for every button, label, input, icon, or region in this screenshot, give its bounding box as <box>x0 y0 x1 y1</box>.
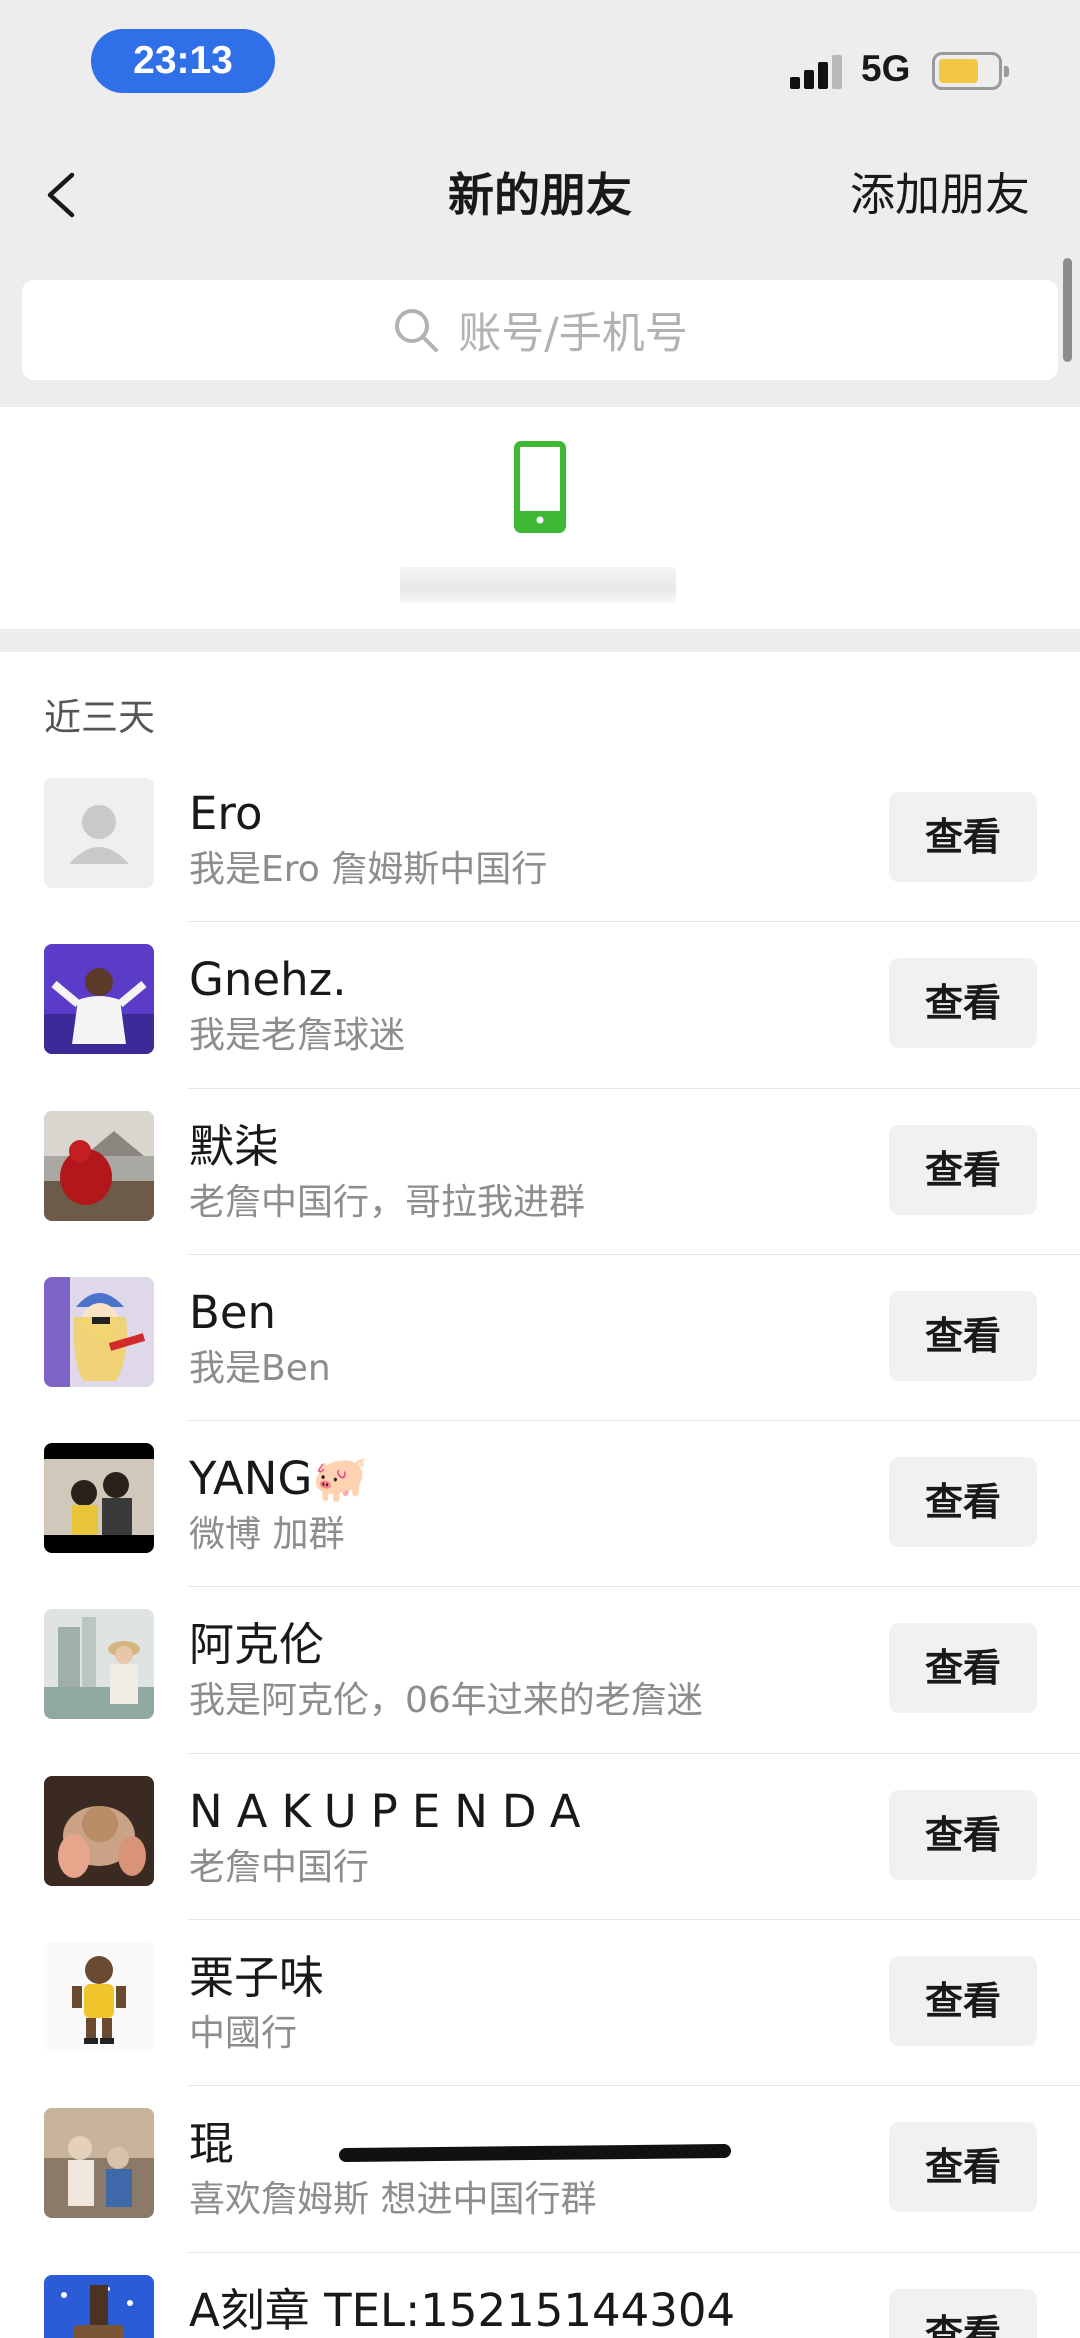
section-label: 近三天 <box>44 696 155 739</box>
list-item[interactable]: Ben 我是Ben 查看 <box>0 1255 1080 1422</box>
list-item[interactable]: Ero 我是Ero 詹姆斯中国行 查看 <box>0 756 1080 923</box>
request-name: Ben <box>189 1285 277 1339</box>
request-name: Ero <box>189 787 263 840</box>
friend-request-list: 近三天 Ero 我是Ero 詹姆斯中国行 查看 Gnehz. 我是老詹球迷 查看… <box>0 652 1080 2338</box>
request-name: YANG🐖 <box>189 1452 369 1506</box>
blurred-label <box>400 567 676 603</box>
request-message: 微博 加群 <box>189 1514 345 1556</box>
search-icon <box>395 309 439 352</box>
nav-bar: 新的朋友 添加朋友 <box>0 130 1080 260</box>
search-placeholder: 账号/手机号 <box>458 309 688 359</box>
view-button[interactable]: 查看 <box>889 1623 1037 1714</box>
scrollbar[interactable] <box>1063 258 1072 362</box>
request-message: 我是Ero 詹姆斯中国行 <box>189 849 548 890</box>
add-friend-button[interactable]: 添加朋友 <box>850 165 1030 225</box>
view-button[interactable]: 查看 <box>889 792 1037 882</box>
request-name: 琨 <box>189 2117 235 2171</box>
avatar <box>44 1443 154 1554</box>
avatar <box>44 1276 154 1387</box>
avatar <box>44 778 154 888</box>
phone-contacts-entry[interactable] <box>0 407 1080 629</box>
request-message: 我是Ben <box>189 1347 331 1389</box>
request-name: 栗子味 <box>189 1951 325 2005</box>
network-label: 5G <box>861 48 911 89</box>
view-button[interactable]: 查看 <box>889 1789 1037 1880</box>
search-input[interactable]: 账号/手机号 <box>22 280 1058 380</box>
request-name: 阿克伦 <box>189 1618 325 1672</box>
list-item[interactable]: 琨 喜欢詹姆斯 想进中国行群 查看 <box>0 2086 1080 2253</box>
view-button[interactable]: 查看 <box>889 1124 1037 1215</box>
request-message: 喜欢詹姆斯 想进中国行群 <box>189 2179 597 2221</box>
request-name: A刻章 TEL:15215144304 <box>189 2283 736 2337</box>
request-name: Gnehz. <box>189 953 347 1007</box>
request-name: 默柒 <box>189 1119 280 1173</box>
request-message: 老詹中国行，哥拉我进群 <box>189 1181 586 1223</box>
status-bar: 23:13 5G <box>0 0 1080 130</box>
list-item[interactable]: NAKUPENDA 老詹中国行 查看 <box>0 1754 1080 1921</box>
avatar <box>44 1110 154 1221</box>
view-button[interactable]: 查看 <box>889 2288 1037 2338</box>
request-message: 我是阿克伦，06年过来的老詹迷 <box>189 1680 703 1722</box>
view-button[interactable]: 查看 <box>889 1290 1037 1381</box>
avatar <box>44 1775 154 1886</box>
request-message: 我是老詹球迷 <box>189 1015 406 1057</box>
request-name: NAKUPENDA <box>189 1784 595 1838</box>
avatar <box>44 1609 154 1720</box>
list-item[interactable]: YANG🐖 微博 加群 查看 <box>0 1421 1080 1588</box>
avatar <box>44 1942 154 2053</box>
list-item[interactable]: Gnehz. 我是老詹球迷 查看 <box>0 922 1080 1089</box>
request-message: 中國行 <box>189 2013 298 2055</box>
avatar <box>44 2274 154 2338</box>
view-button[interactable]: 查看 <box>889 1956 1037 2047</box>
list-item[interactable]: 阿克伦 我是阿克伦，06年过来的老詹迷 查看 <box>0 1587 1080 1754</box>
signal-icon <box>790 55 844 89</box>
status-time: 23:13 <box>91 29 275 93</box>
list-item[interactable]: 栗子味 中國行 查看 <box>0 1920 1080 2087</box>
battery-icon <box>932 52 1009 90</box>
view-button[interactable]: 查看 <box>889 1457 1037 1548</box>
phone-icon <box>514 441 566 533</box>
avatar <box>44 2108 154 2219</box>
list-item[interactable]: A刻章 TEL:15215144304 查看 <box>0 2253 1080 2338</box>
request-message: 老詹中国行 <box>189 1846 370 1888</box>
view-button[interactable]: 查看 <box>889 958 1037 1049</box>
avatar <box>44 944 154 1055</box>
view-button[interactable]: 查看 <box>889 2122 1037 2213</box>
list-item[interactable]: 默柒 老詹中国行，哥拉我进群 查看 <box>0 1089 1080 1255</box>
